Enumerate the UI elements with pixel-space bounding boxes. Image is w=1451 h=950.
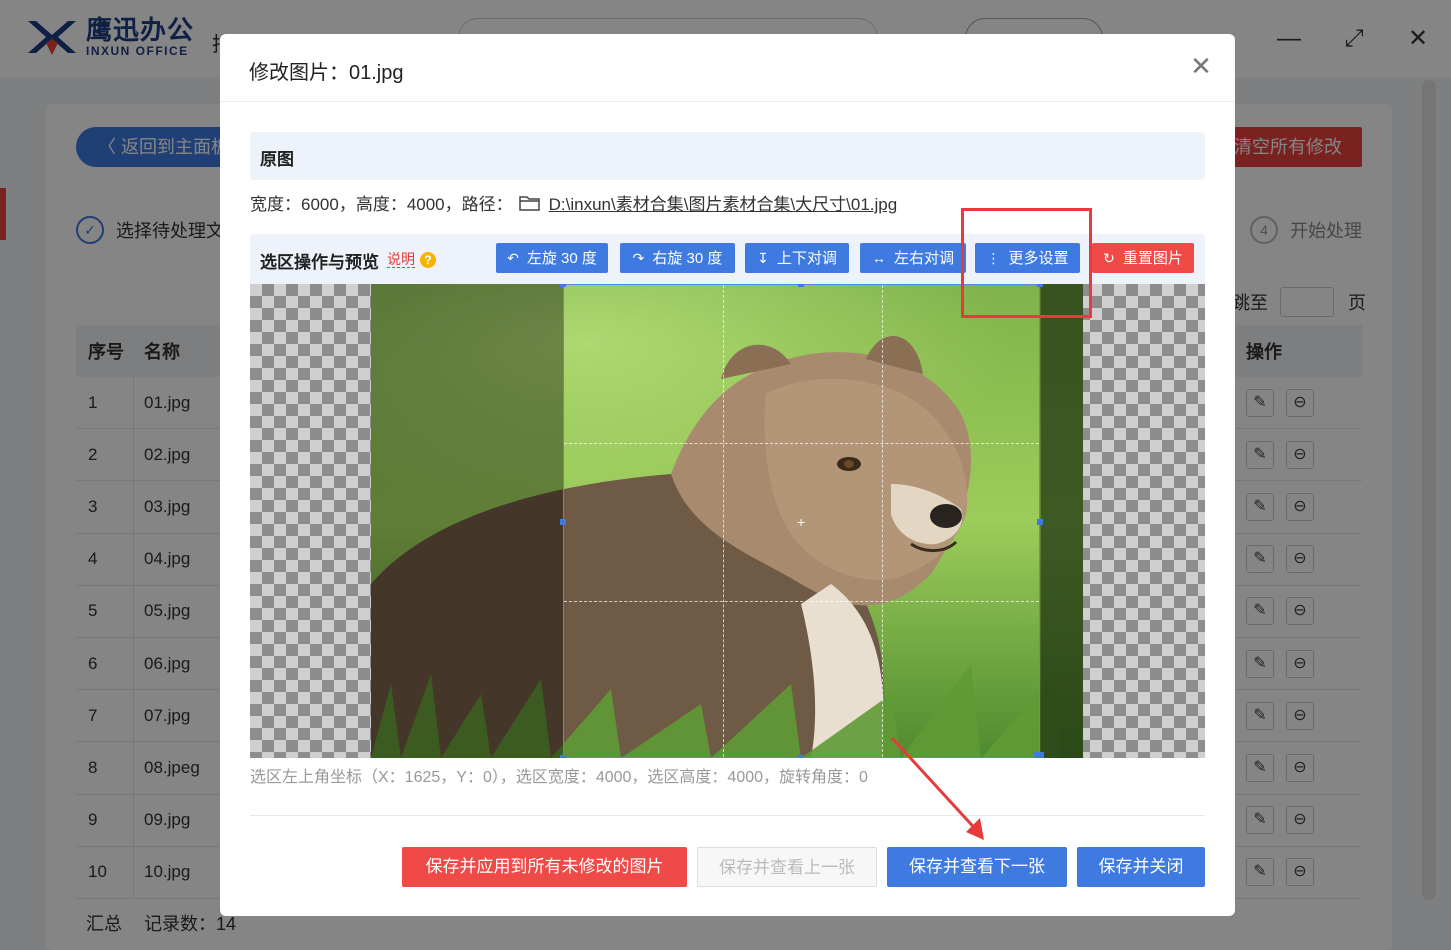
resize-handle[interactable] bbox=[560, 519, 566, 525]
grid-line bbox=[564, 443, 1039, 444]
flip-horizontal-label: 左右对调 bbox=[893, 250, 954, 267]
resize-handle[interactable] bbox=[560, 284, 566, 287]
image-path-link[interactable]: D:\inxun\素材合集\图片素材合集\大尺寸\01.jpg bbox=[549, 190, 898, 215]
crop-selection-box[interactable]: + bbox=[560, 284, 1044, 758]
rotate-left-button[interactable]: ↶ 左旋 30 度 bbox=[496, 243, 608, 273]
selection-section-title: 选区操作与预览 bbox=[260, 253, 379, 272]
original-section-title: 原图 bbox=[260, 150, 294, 169]
flip-vertical-label: 上下对调 bbox=[776, 250, 837, 267]
save-prev-button[interactable]: 保存并查看上一张 bbox=[697, 847, 877, 887]
outside-selection-shade-right bbox=[1040, 284, 1083, 758]
resize-handle[interactable] bbox=[798, 755, 804, 758]
crosshair-icon: + bbox=[797, 514, 806, 530]
rotate-right-label: 右旋 30 度 bbox=[652, 250, 723, 267]
selection-coordinates: 选区左上角坐标（X：1625，Y：0），选区宽度：4000，选区高度：4000，… bbox=[250, 769, 868, 786]
rotate-right-button[interactable]: ↷ 右旋 30 度 bbox=[620, 243, 735, 273]
annotation-arrow-icon bbox=[890, 736, 984, 840]
flip-vertical-icon: ↧ bbox=[757, 250, 769, 266]
rotate-right-icon: ↷ bbox=[632, 250, 645, 266]
flip-horizontal-icon: ↔ bbox=[871, 250, 886, 266]
grid-line bbox=[723, 285, 724, 757]
rotate-left-label: 左旋 30 度 bbox=[526, 250, 597, 267]
grid-line bbox=[564, 601, 1039, 602]
reset-image-button[interactable]: ↻ 重置图片 bbox=[1092, 243, 1194, 273]
reset-icon: ↻ bbox=[1103, 250, 1115, 266]
original-image-section: 原图 bbox=[250, 132, 1205, 180]
help-link[interactable]: 说明 bbox=[387, 251, 415, 268]
flip-horizontal-button[interactable]: ↔ 左右对调 bbox=[860, 243, 966, 273]
folder-icon bbox=[518, 195, 540, 211]
resize-handle-corner[interactable] bbox=[1034, 752, 1044, 758]
divider bbox=[250, 815, 1205, 816]
edit-image-dialog: 修改图片：01.jpg ✕ 原图 宽度：6000，高度：4000，路径： D:\… bbox=[220, 34, 1235, 916]
image-dimensions: 宽度：6000，高度：4000，路径： bbox=[250, 195, 513, 214]
question-icon[interactable]: ? bbox=[420, 252, 436, 268]
resize-handle[interactable] bbox=[1037, 519, 1043, 525]
image-info: 宽度：6000，高度：4000，路径： D:\inxun\素材合集\图片素材合集… bbox=[250, 190, 897, 215]
save-next-button[interactable]: 保存并查看下一张 bbox=[887, 847, 1067, 887]
flip-vertical-button[interactable]: ↧ 上下对调 bbox=[745, 243, 849, 273]
close-icon[interactable]: ✕ bbox=[1189, 53, 1213, 79]
save-close-button[interactable]: 保存并关闭 bbox=[1077, 847, 1205, 887]
resize-handle[interactable] bbox=[560, 755, 566, 758]
rotate-left-icon: ↶ bbox=[507, 250, 519, 266]
resize-handle[interactable] bbox=[798, 284, 804, 287]
save-apply-all-button[interactable]: 保存并应用到所有未修改的图片 bbox=[402, 847, 687, 887]
dialog-header: 修改图片：01.jpg ✕ bbox=[220, 34, 1235, 102]
outside-selection-shade-left bbox=[371, 284, 563, 758]
reset-image-label: 重置图片 bbox=[1122, 250, 1183, 267]
grid-line bbox=[882, 285, 883, 757]
preview-canvas[interactable]: + bbox=[250, 284, 1205, 758]
highlight-box bbox=[961, 208, 1092, 318]
dialog-title: 修改图片：01.jpg bbox=[249, 62, 404, 84]
